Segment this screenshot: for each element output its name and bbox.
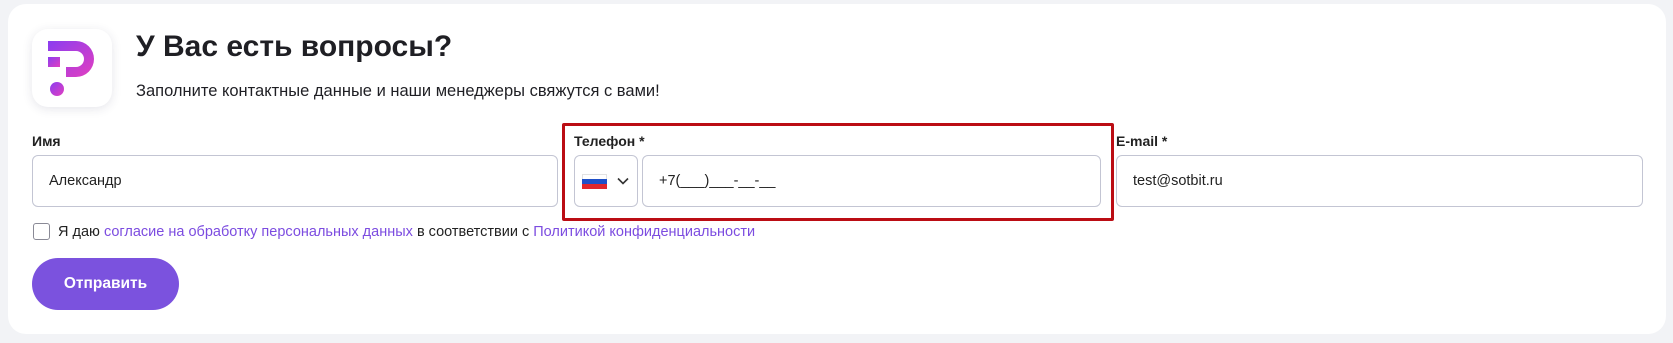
phone-label: Телефон * [574,133,645,149]
chevron-down-icon [617,177,629,185]
name-label: Имя [32,133,61,149]
email-field-value: test@sotbit.ru [1133,173,1223,189]
consent-text-middle: в соответствии с [416,224,530,240]
name-field-value: Александр [49,173,122,189]
consent-text: Я даю согласие на обработку персональных… [58,224,755,240]
consent-text-before: Я даю [58,224,100,240]
phone-field[interactable]: +7(___)___-__-__ [642,155,1101,207]
phone-field-value: +7(___)___-__-__ [659,173,776,189]
personal-data-consent-link[interactable]: согласие на обработку персональных данны… [104,224,413,240]
page-subtitle: Заполните контактные данные и наши менед… [136,82,660,100]
country-code-select[interactable] [574,155,638,207]
question-mark-logo-icon [32,29,112,107]
page-title: У Вас есть вопросы? [136,30,453,63]
consent-checkbox[interactable] [33,223,50,240]
email-label: E-mail * [1116,133,1168,149]
privacy-policy-link[interactable]: Политикой конфиденциальности [533,224,755,240]
russia-flag-icon [582,173,607,189]
submit-button[interactable]: Отправить [32,258,179,310]
email-field[interactable]: test@sotbit.ru [1116,155,1643,207]
name-field[interactable]: Александр [32,155,558,207]
